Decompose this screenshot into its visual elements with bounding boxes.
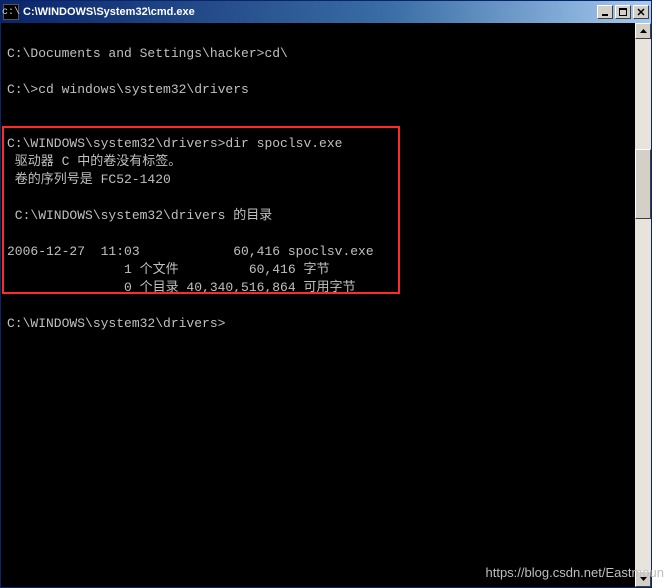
terminal-line xyxy=(7,27,628,45)
cmd-window: c:\ C:\WINDOWS\System32\cmd.exe C:\Docum… xyxy=(0,0,652,588)
terminal-line: 驱动器 C 中的卷没有标签。 xyxy=(7,153,628,171)
terminal-line: C:\>cd windows\system32\drivers xyxy=(7,81,628,99)
minimize-button[interactable] xyxy=(597,5,613,19)
terminal-line: 卷的序列号是 FC52-1420 xyxy=(7,171,628,189)
terminal-line: 1 个文件 60,416 字节 xyxy=(7,261,628,279)
terminal-output[interactable]: C:\Documents and Settings\hacker>cd\ C:\… xyxy=(1,23,634,587)
vertical-scrollbar[interactable] xyxy=(635,23,651,587)
terminal-line xyxy=(7,99,628,117)
terminal-line xyxy=(7,189,628,207)
terminal-line: C:\Documents and Settings\hacker>cd\ xyxy=(7,45,628,63)
window-controls xyxy=(597,5,649,19)
terminal-line: 2006-12-27 11:03 60,416 spoclsv.exe xyxy=(7,243,628,261)
terminal-line xyxy=(7,225,628,243)
terminal-line xyxy=(7,297,628,315)
terminal-line xyxy=(7,63,628,81)
titlebar[interactable]: c:\ C:\WINDOWS\System32\cmd.exe xyxy=(1,1,651,23)
terminal-line xyxy=(7,117,628,135)
terminal-line: C:\WINDOWS\system32\drivers> xyxy=(7,315,628,333)
scroll-thumb[interactable] xyxy=(635,149,651,219)
scroll-up-button[interactable] xyxy=(635,23,651,39)
scroll-track[interactable] xyxy=(635,39,651,571)
watermark-text: https://blog.csdn.net/Eastmoun xyxy=(486,565,664,580)
terminal-line: C:\WINDOWS\system32\drivers 的目录 xyxy=(7,207,628,225)
terminal-line: 0 个目录 40,340,516,864 可用字节 xyxy=(7,279,628,297)
terminal-line: C:\WINDOWS\system32\drivers>dir spoclsv.… xyxy=(7,135,628,153)
maximize-button[interactable] xyxy=(615,5,631,19)
close-button[interactable] xyxy=(633,5,649,19)
window-title: C:\WINDOWS\System32\cmd.exe xyxy=(23,6,597,18)
cmd-icon: c:\ xyxy=(3,4,19,20)
